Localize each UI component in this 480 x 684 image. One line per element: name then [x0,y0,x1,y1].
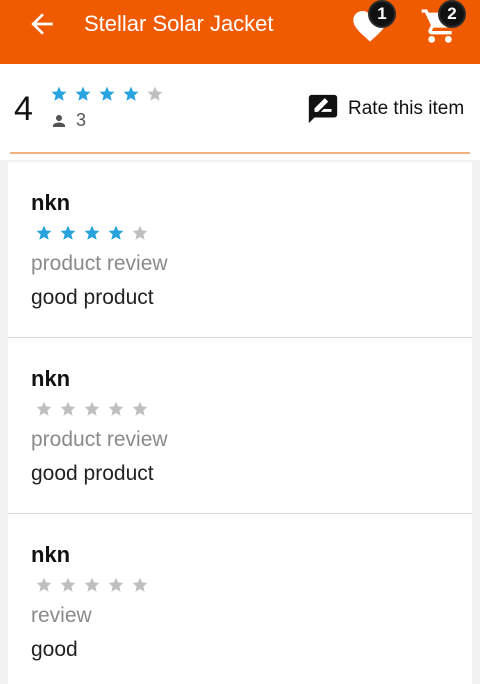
review-title: product review [31,428,168,451]
average-stars [50,85,164,103]
star-empty-icon [132,577,148,592]
review-title: review [31,604,92,627]
person-icon [53,114,65,127]
review-author: nkn [31,190,71,215]
star-filled-icon [60,225,76,240]
rating-summary: 4 3 Rate this item [0,64,480,160]
rate-item-button[interactable]: Rate this item [306,92,464,126]
star-empty-icon [36,401,52,416]
rate-review-icon [308,94,338,124]
star-empty-icon [84,577,100,592]
reviewer-count: 3 [50,110,86,131]
star-filled-icon [108,225,124,240]
review-body: good product [31,462,154,485]
review-card: nkn product review good product [8,338,472,514]
review-body: good product [31,286,154,309]
rate-item-label: Rate this item [348,98,465,119]
reviewer-count-value: 3 [76,110,87,130]
star-filled-icon [75,86,91,101]
wishlist-button[interactable]: 1 [350,0,396,46]
back-button[interactable] [26,8,58,40]
back-arrow-icon [31,13,53,35]
star-filled-icon [51,86,67,101]
review-author: nkn [31,366,71,391]
review-author: nkn [31,542,71,567]
review-body: good [31,638,78,661]
review-title: product review [31,252,168,275]
star-empty-icon [108,577,124,592]
app-bar: Stellar Solar Jacket 1 2 [0,0,480,64]
star-empty-icon [147,86,163,101]
review-stars [35,576,149,594]
page-title: Stellar Solar Jacket [84,11,274,36]
cart-button[interactable]: 2 [420,0,466,46]
star-filled-icon [36,225,52,240]
star-empty-icon [60,401,76,416]
star-empty-icon [84,401,100,416]
cart-count-badge: 2 [438,0,466,28]
star-empty-icon [36,577,52,592]
review-stars [35,400,149,418]
star-filled-icon [123,86,139,101]
star-filled-icon [84,225,100,240]
star-filled-icon [99,86,115,101]
average-rating: 4 [14,90,33,128]
star-empty-icon [132,401,148,416]
review-stars [35,224,149,242]
summary-divider [10,152,470,154]
wishlist-count-badge: 1 [368,0,396,28]
review-card: nkn product review good product [8,162,472,338]
star-empty-icon [108,401,124,416]
star-empty-icon [132,225,148,240]
star-empty-icon [60,577,76,592]
review-card: nkn review good [8,514,472,684]
